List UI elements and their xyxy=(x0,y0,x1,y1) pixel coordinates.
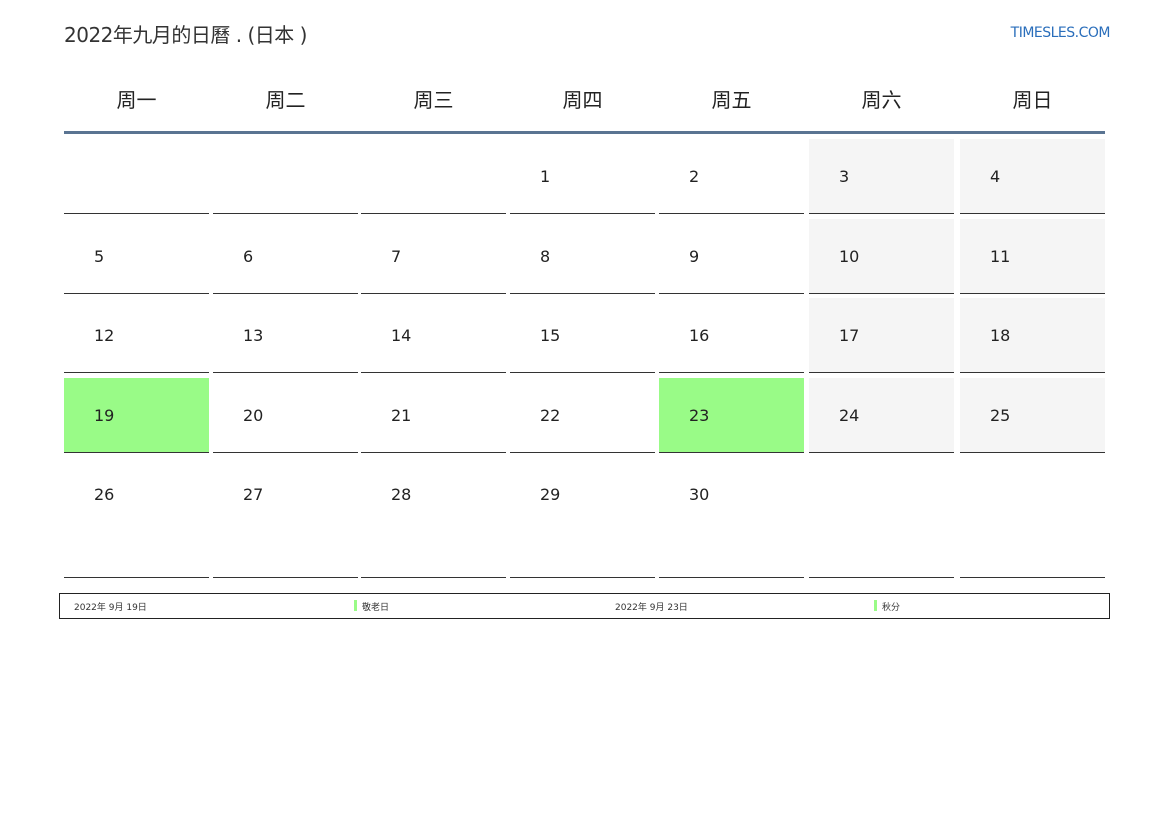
day-number: 27 xyxy=(243,485,264,504)
legend-holiday-name-2: 秋分 xyxy=(882,603,901,613)
weekday-thu: 周四 xyxy=(562,88,603,112)
legend-holiday-marker-1 xyxy=(354,600,357,611)
day-number: 25 xyxy=(990,406,1011,425)
day-number: 10 xyxy=(839,247,860,266)
day-number: 19 xyxy=(94,406,115,425)
day-cell[interactable]: 15 xyxy=(510,298,655,373)
legend-holiday-marker-2 xyxy=(874,600,877,611)
day-number: 22 xyxy=(540,406,561,425)
day-cell[interactable]: 29 xyxy=(510,457,655,578)
day-cell[interactable]: 25 xyxy=(960,378,1105,453)
site-link[interactable]: TIMESLES.COM xyxy=(1011,25,1111,41)
day-number: 21 xyxy=(391,406,412,425)
day-cell[interactable]: 5 xyxy=(64,219,209,294)
legend-date-1: 2022年 9月 19日 xyxy=(74,603,147,613)
day-number: 30 xyxy=(689,485,710,504)
weekday-tue: 周二 xyxy=(265,88,306,112)
empty-day-cell xyxy=(809,457,954,578)
day-cell[interactable]: 23 xyxy=(659,378,804,453)
day-cell[interactable]: 24 xyxy=(809,378,954,453)
legend-date-2: 2022年 9月 23日 xyxy=(615,603,688,613)
day-number: 24 xyxy=(839,406,860,425)
weekday-header-row: 周一 周二 周三 周四 周五 周六 周日 xyxy=(64,78,1105,122)
day-cell[interactable]: 26 xyxy=(64,457,209,578)
empty-day-cell xyxy=(361,139,506,214)
day-number: 26 xyxy=(94,485,115,504)
day-number: 3 xyxy=(839,167,850,186)
day-number: 15 xyxy=(540,326,561,345)
day-number: 12 xyxy=(94,326,115,345)
empty-day-cell xyxy=(960,457,1105,578)
day-cell[interactable]: 18 xyxy=(960,298,1105,373)
day-cell[interactable]: 14 xyxy=(361,298,506,373)
holiday-legend: 2022年 9月 19日 敬老日 2022年 9月 23日 秋分 xyxy=(59,593,1110,619)
day-cell[interactable]: 30 xyxy=(659,457,804,578)
day-number: 6 xyxy=(243,247,254,266)
header-divider xyxy=(64,131,1105,134)
day-cell[interactable]: 22 xyxy=(510,378,655,453)
page-title: 2022年九月的日曆 . (日本 ) xyxy=(64,23,307,47)
day-cell[interactable]: 4 xyxy=(960,139,1105,214)
day-cell[interactable]: 3 xyxy=(809,139,954,214)
day-number: 5 xyxy=(94,247,105,266)
day-cell[interactable]: 11 xyxy=(960,219,1105,294)
day-cell[interactable]: 21 xyxy=(361,378,506,453)
day-cell[interactable]: 1 xyxy=(510,139,655,214)
day-number: 8 xyxy=(540,247,551,266)
day-number: 28 xyxy=(391,485,412,504)
day-cell[interactable]: 27 xyxy=(213,457,358,578)
day-cell[interactable]: 20 xyxy=(213,378,358,453)
day-cell[interactable]: 13 xyxy=(213,298,358,373)
day-number: 11 xyxy=(990,247,1011,266)
day-cell[interactable]: 17 xyxy=(809,298,954,373)
empty-day-cell xyxy=(213,139,358,214)
day-cell[interactable]: 6 xyxy=(213,219,358,294)
day-cell[interactable]: 9 xyxy=(659,219,804,294)
legend-holiday-name-1: 敬老日 xyxy=(362,603,390,613)
day-cell[interactable]: 19 xyxy=(64,378,209,453)
day-cell[interactable]: 2 xyxy=(659,139,804,214)
day-cell[interactable]: 10 xyxy=(809,219,954,294)
day-number: 2 xyxy=(689,167,700,186)
day-cell[interactable]: 7 xyxy=(361,219,506,294)
weekday-fri: 周五 xyxy=(711,88,752,112)
day-number: 7 xyxy=(391,247,402,266)
weekday-sun: 周日 xyxy=(1012,88,1053,112)
day-number: 1 xyxy=(540,167,551,186)
empty-day-cell xyxy=(64,139,209,214)
weekday-mon: 周一 xyxy=(116,88,157,112)
day-cell[interactable]: 8 xyxy=(510,219,655,294)
day-cell[interactable]: 16 xyxy=(659,298,804,373)
day-number: 9 xyxy=(689,247,700,266)
day-number: 13 xyxy=(243,326,264,345)
weekday-sat: 周六 xyxy=(861,88,902,112)
day-number: 20 xyxy=(243,406,264,425)
day-number: 17 xyxy=(839,326,860,345)
day-number: 14 xyxy=(391,326,412,345)
day-number: 29 xyxy=(540,485,561,504)
day-number: 18 xyxy=(990,326,1011,345)
day-number: 23 xyxy=(689,406,710,425)
day-cell[interactable]: 28 xyxy=(361,457,506,578)
day-number: 16 xyxy=(689,326,710,345)
weekday-wed: 周三 xyxy=(413,88,454,112)
day-cell[interactable]: 12 xyxy=(64,298,209,373)
day-number: 4 xyxy=(990,167,1001,186)
